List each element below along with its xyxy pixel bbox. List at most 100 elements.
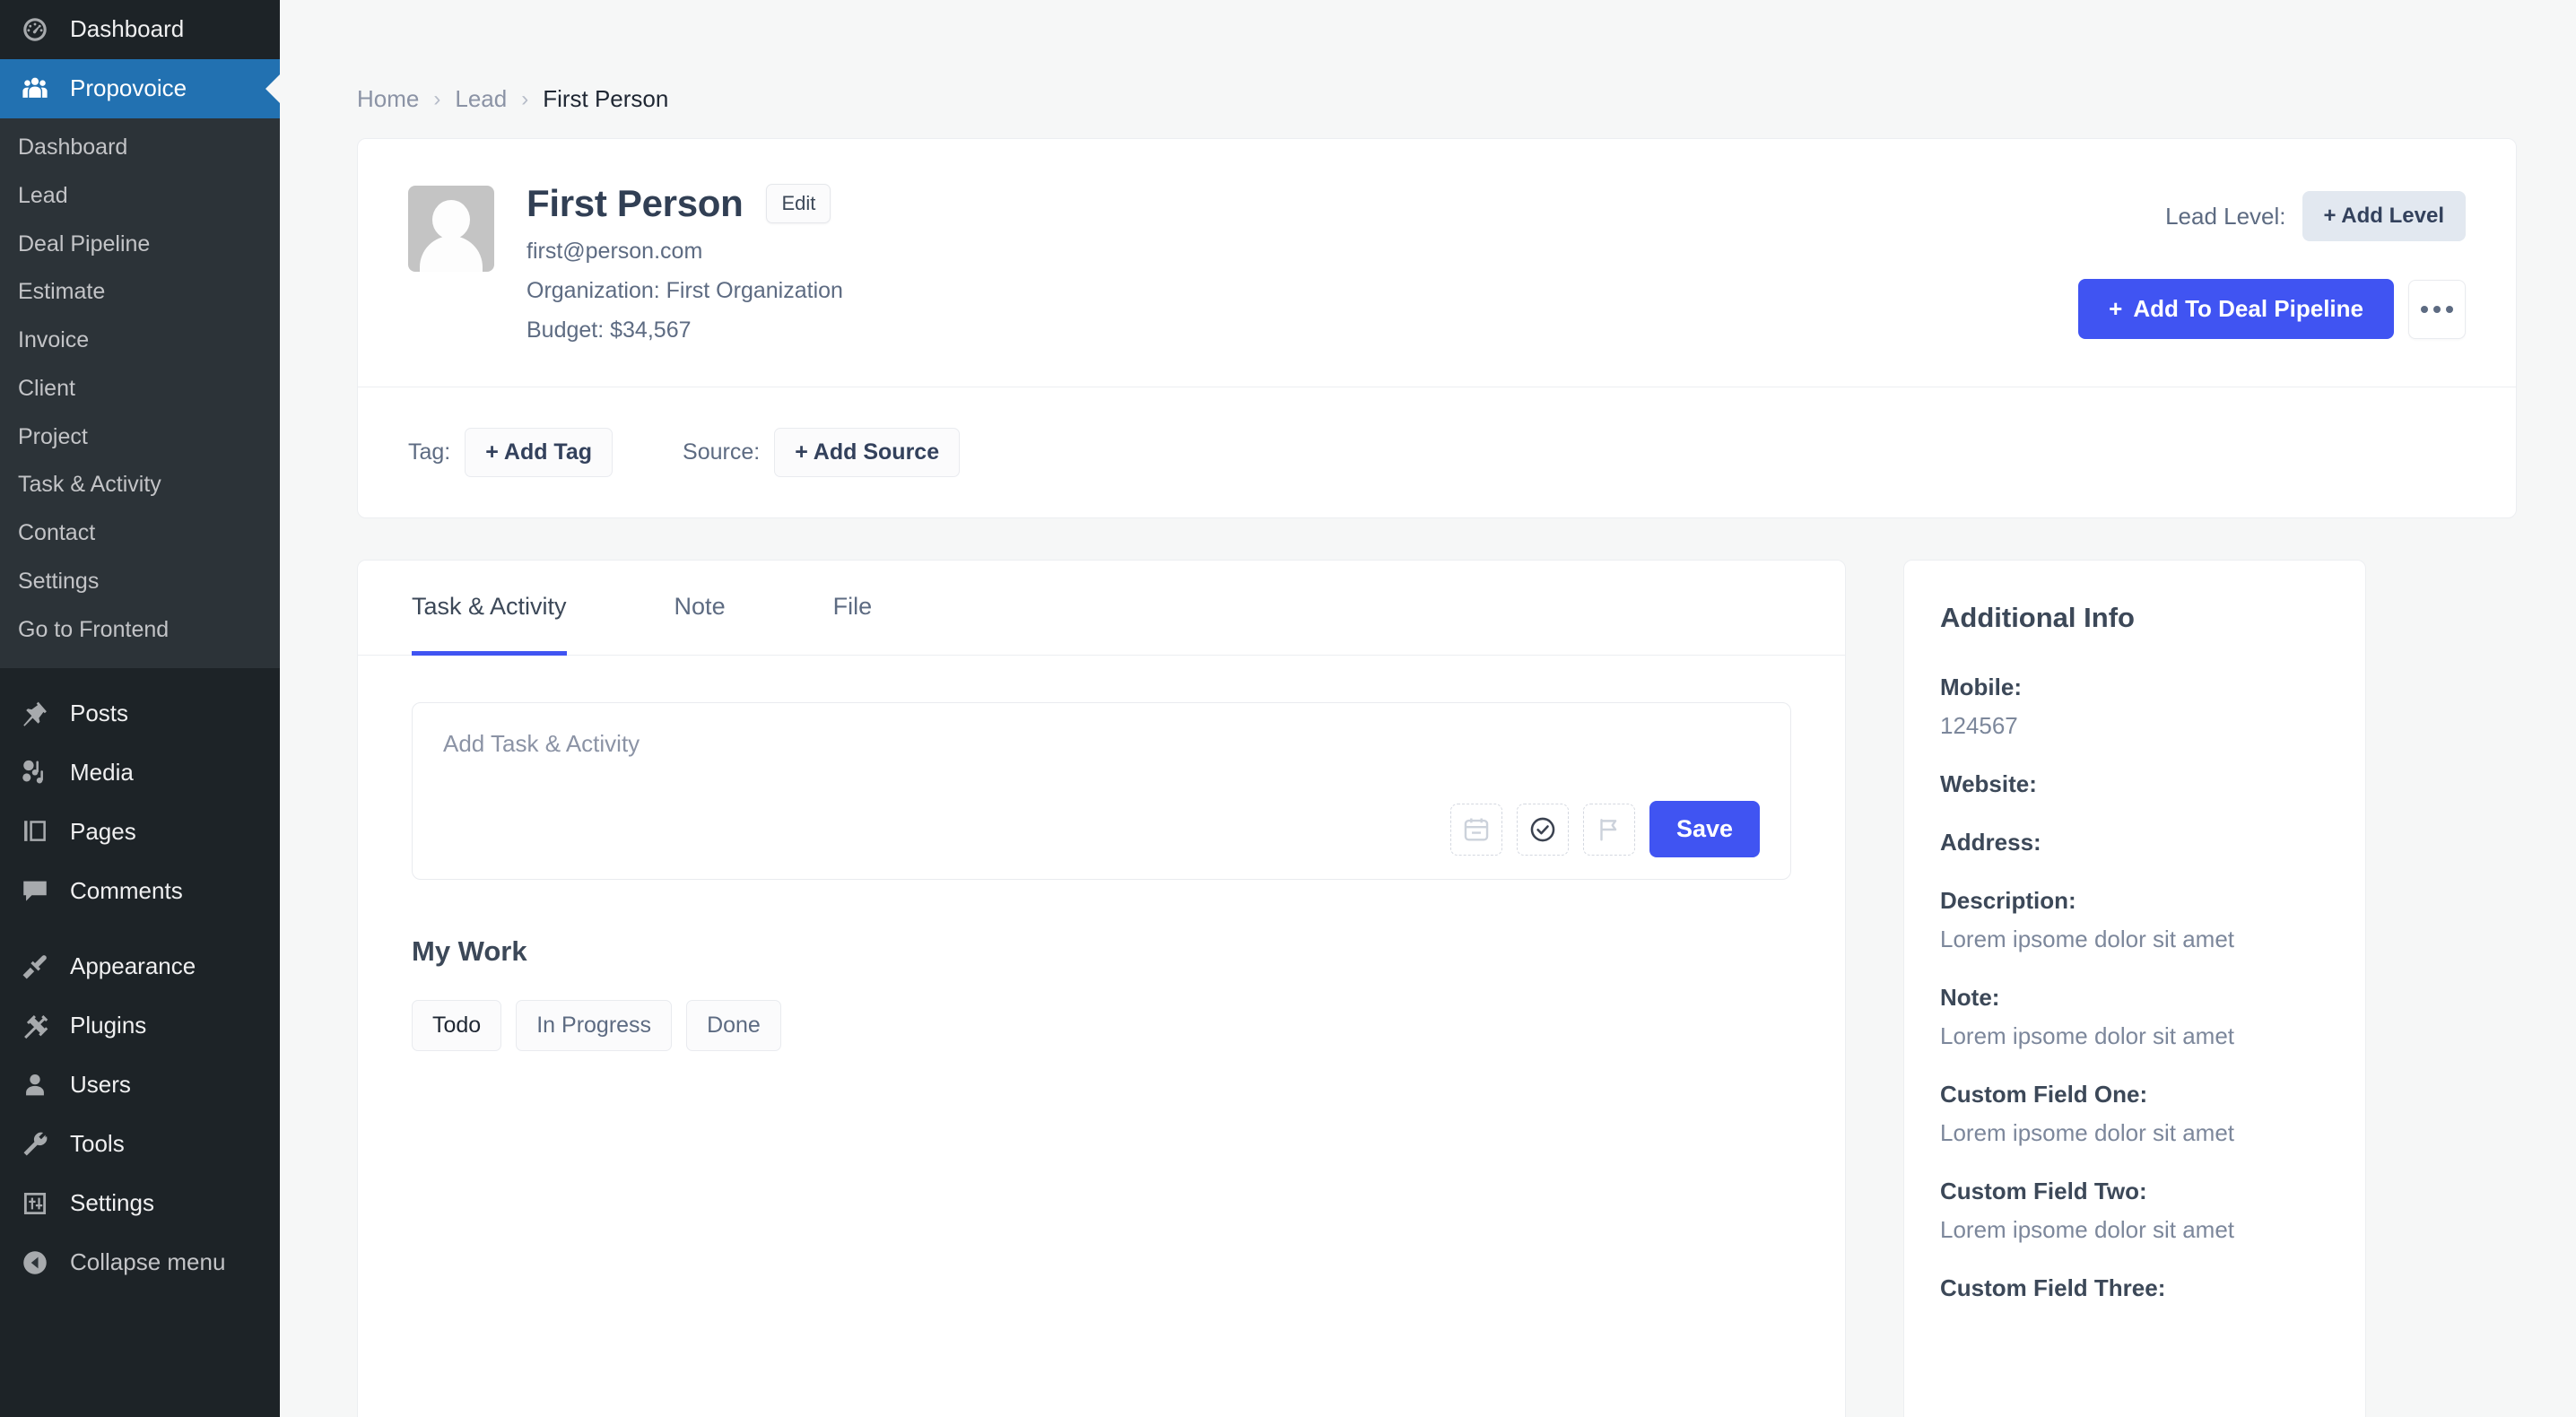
sidebar-item-label: Pages	[70, 818, 136, 846]
add-to-deal-pipeline-label: Add To Deal Pipeline	[2133, 295, 2363, 322]
submenu-item-dashboard[interactable]: Dashboard	[0, 124, 280, 172]
add-tag-button[interactable]: + Add Tag	[465, 428, 614, 477]
source-group: Source: + Add Source	[683, 428, 961, 477]
pin-icon	[18, 697, 52, 731]
submenu-item-contact[interactable]: Contact	[0, 509, 280, 558]
tag-source-row: Tag: + Add Tag Source: + Add Source	[358, 387, 2516, 517]
pages-icon	[18, 815, 52, 849]
ellipsis-icon	[2433, 305, 2441, 313]
sidebar-item-label: Propovoice	[70, 74, 187, 102]
plus-icon: +	[2109, 295, 2123, 322]
info-label-note: Note:	[1940, 984, 2000, 1011]
profile-organization: Organization: First Organization	[527, 278, 843, 303]
submenu-item-invoice[interactable]: Invoice	[0, 317, 280, 365]
lead-profile-card: First Person Edit first@person.com Organ…	[357, 138, 2517, 518]
breadcrumb-lead[interactable]: Lead	[455, 85, 507, 113]
chevron-right-icon: ›	[521, 86, 529, 111]
wrench-icon	[18, 1127, 52, 1161]
sidebar-item-propovoice[interactable]: Propovoice	[0, 59, 280, 118]
flag-button[interactable]	[1582, 803, 1635, 856]
sidebar-item-comments[interactable]: Comments	[0, 862, 280, 921]
my-work-heading: My Work	[412, 935, 527, 967]
sidebar-item-posts[interactable]: Posts	[0, 684, 280, 743]
sidebar-item-pages[interactable]: Pages	[0, 803, 280, 862]
submenu-item-lead[interactable]: Lead	[0, 172, 280, 221]
submenu-item-go-to-frontend[interactable]: Go to Frontend	[0, 606, 280, 655]
sidebar-item-media[interactable]: Media	[0, 743, 280, 803]
add-to-deal-pipeline-button[interactable]: + Add To Deal Pipeline	[2078, 279, 2394, 339]
info-label-description: Description:	[1940, 887, 2076, 914]
chip-todo[interactable]: Todo	[412, 1000, 502, 1051]
add-level-button[interactable]: + Add Level	[2302, 191, 2466, 241]
save-button[interactable]: Save	[1649, 801, 1760, 857]
sidebar-item-label: Users	[70, 1071, 131, 1099]
sidebar-item-label: Posts	[70, 700, 129, 727]
avatar-body	[420, 236, 483, 272]
sidebar-item-plugins[interactable]: Plugins	[0, 996, 280, 1056]
sidebar-item-label: Settings	[70, 1189, 154, 1217]
submenu-item-task-activity[interactable]: Task & Activity	[0, 461, 280, 509]
info-label-custom-field-three: Custom Field Three:	[1940, 1274, 2166, 1301]
info-value-description: Lorem ipsome dolor sit amet	[1940, 926, 2235, 952]
tab-file[interactable]: File	[833, 561, 873, 656]
sidebar-item-label: Dashboard	[70, 15, 185, 43]
edit-button[interactable]: Edit	[766, 184, 831, 223]
admin-page: Dashboard Propovoice Dashboard Lead Deal…	[0, 0, 2576, 1417]
breadcrumb-home[interactable]: Home	[357, 85, 419, 113]
activity-card: Task & Activity Note File Add Task & Act…	[357, 560, 1846, 1417]
profile-details: First Person Edit first@person.com Organ…	[527, 182, 843, 343]
tag-group: Tag: + Add Tag	[408, 428, 614, 477]
group-people-icon	[18, 72, 52, 106]
submenu-item-project[interactable]: Project	[0, 413, 280, 462]
page-title: First Person	[527, 182, 744, 224]
add-source-button[interactable]: + Add Source	[774, 428, 961, 477]
submenu-item-estimate[interactable]: Estimate	[0, 268, 280, 317]
profile-email: first@person.com	[527, 239, 703, 264]
sidebar-item-label: Collapse menu	[70, 1248, 226, 1276]
sidebar-item-tools[interactable]: Tools	[0, 1115, 280, 1174]
my-work-filter-chips: Todo In Progress Done	[412, 1000, 1791, 1051]
paintbrush-icon	[18, 950, 52, 984]
wp-admin-sidebar: Dashboard Propovoice Dashboard Lead Deal…	[0, 0, 280, 1417]
primary-action-row: + Add To Deal Pipeline	[2078, 279, 2466, 339]
flag-icon	[1600, 818, 1617, 841]
tab-note[interactable]: Note	[674, 561, 726, 656]
chip-in-progress[interactable]: In Progress	[516, 1000, 673, 1051]
info-label-website: Website:	[1940, 770, 2037, 797]
sidebar-item-label: Tools	[70, 1130, 125, 1158]
chip-done[interactable]: Done	[686, 1000, 781, 1051]
task-input-placeholder[interactable]: Add Task & Activity	[443, 730, 1760, 758]
info-label-custom-field-one: Custom Field One:	[1940, 1081, 2148, 1108]
sidebar-item-users[interactable]: Users	[0, 1056, 280, 1115]
sidebar-item-appearance[interactable]: Appearance	[0, 937, 280, 996]
plug-icon	[18, 1009, 52, 1043]
calendar-icon	[1464, 818, 1489, 841]
ellipsis-icon	[2421, 305, 2428, 313]
sidebar-item-label: Appearance	[70, 952, 196, 980]
propovoice-submenu: Dashboard Lead Deal Pipeline Estimate In…	[0, 118, 280, 669]
mark-complete-button[interactable]	[1516, 803, 1569, 856]
ellipsis-icon	[2446, 305, 2453, 313]
source-label: Source:	[683, 439, 761, 465]
info-value-note: Lorem ipsome dolor sit amet	[1940, 1022, 2235, 1049]
info-label-mobile: Mobile:	[1940, 674, 2022, 700]
more-options-button[interactable]	[2408, 279, 2466, 339]
lead-level-label: Lead Level:	[2165, 202, 2286, 230]
sidebar-item-collapse-menu[interactable]: Collapse menu	[0, 1233, 280, 1292]
submenu-item-deal-pipeline[interactable]: Deal Pipeline	[0, 221, 280, 269]
sidebar-item-settings[interactable]: Settings	[0, 1174, 280, 1233]
additional-info-panel: Additional Info Mobile: 124567 Website: …	[1903, 560, 2366, 1417]
settings-sliders-icon	[18, 1187, 52, 1221]
submenu-item-settings[interactable]: Settings	[0, 558, 280, 606]
calendar-button[interactable]	[1449, 803, 1502, 856]
tab-task-activity[interactable]: Task & Activity	[412, 561, 567, 656]
comment-bubble-icon	[18, 874, 52, 908]
task-composer[interactable]: Add Task & Activity Save	[412, 702, 1791, 880]
tag-label: Tag:	[408, 439, 451, 465]
media-icon	[18, 756, 52, 790]
lead-level-row: Lead Level: + Add Level	[2165, 191, 2466, 241]
sidebar-item-dashboard[interactable]: Dashboard	[0, 0, 280, 59]
profile-actions: Lead Level: + Add Level + Add To Deal Pi…	[2078, 182, 2466, 343]
submenu-item-client[interactable]: Client	[0, 365, 280, 413]
info-value-custom-field-two: Lorem ipsome dolor sit amet	[1940, 1216, 2235, 1243]
